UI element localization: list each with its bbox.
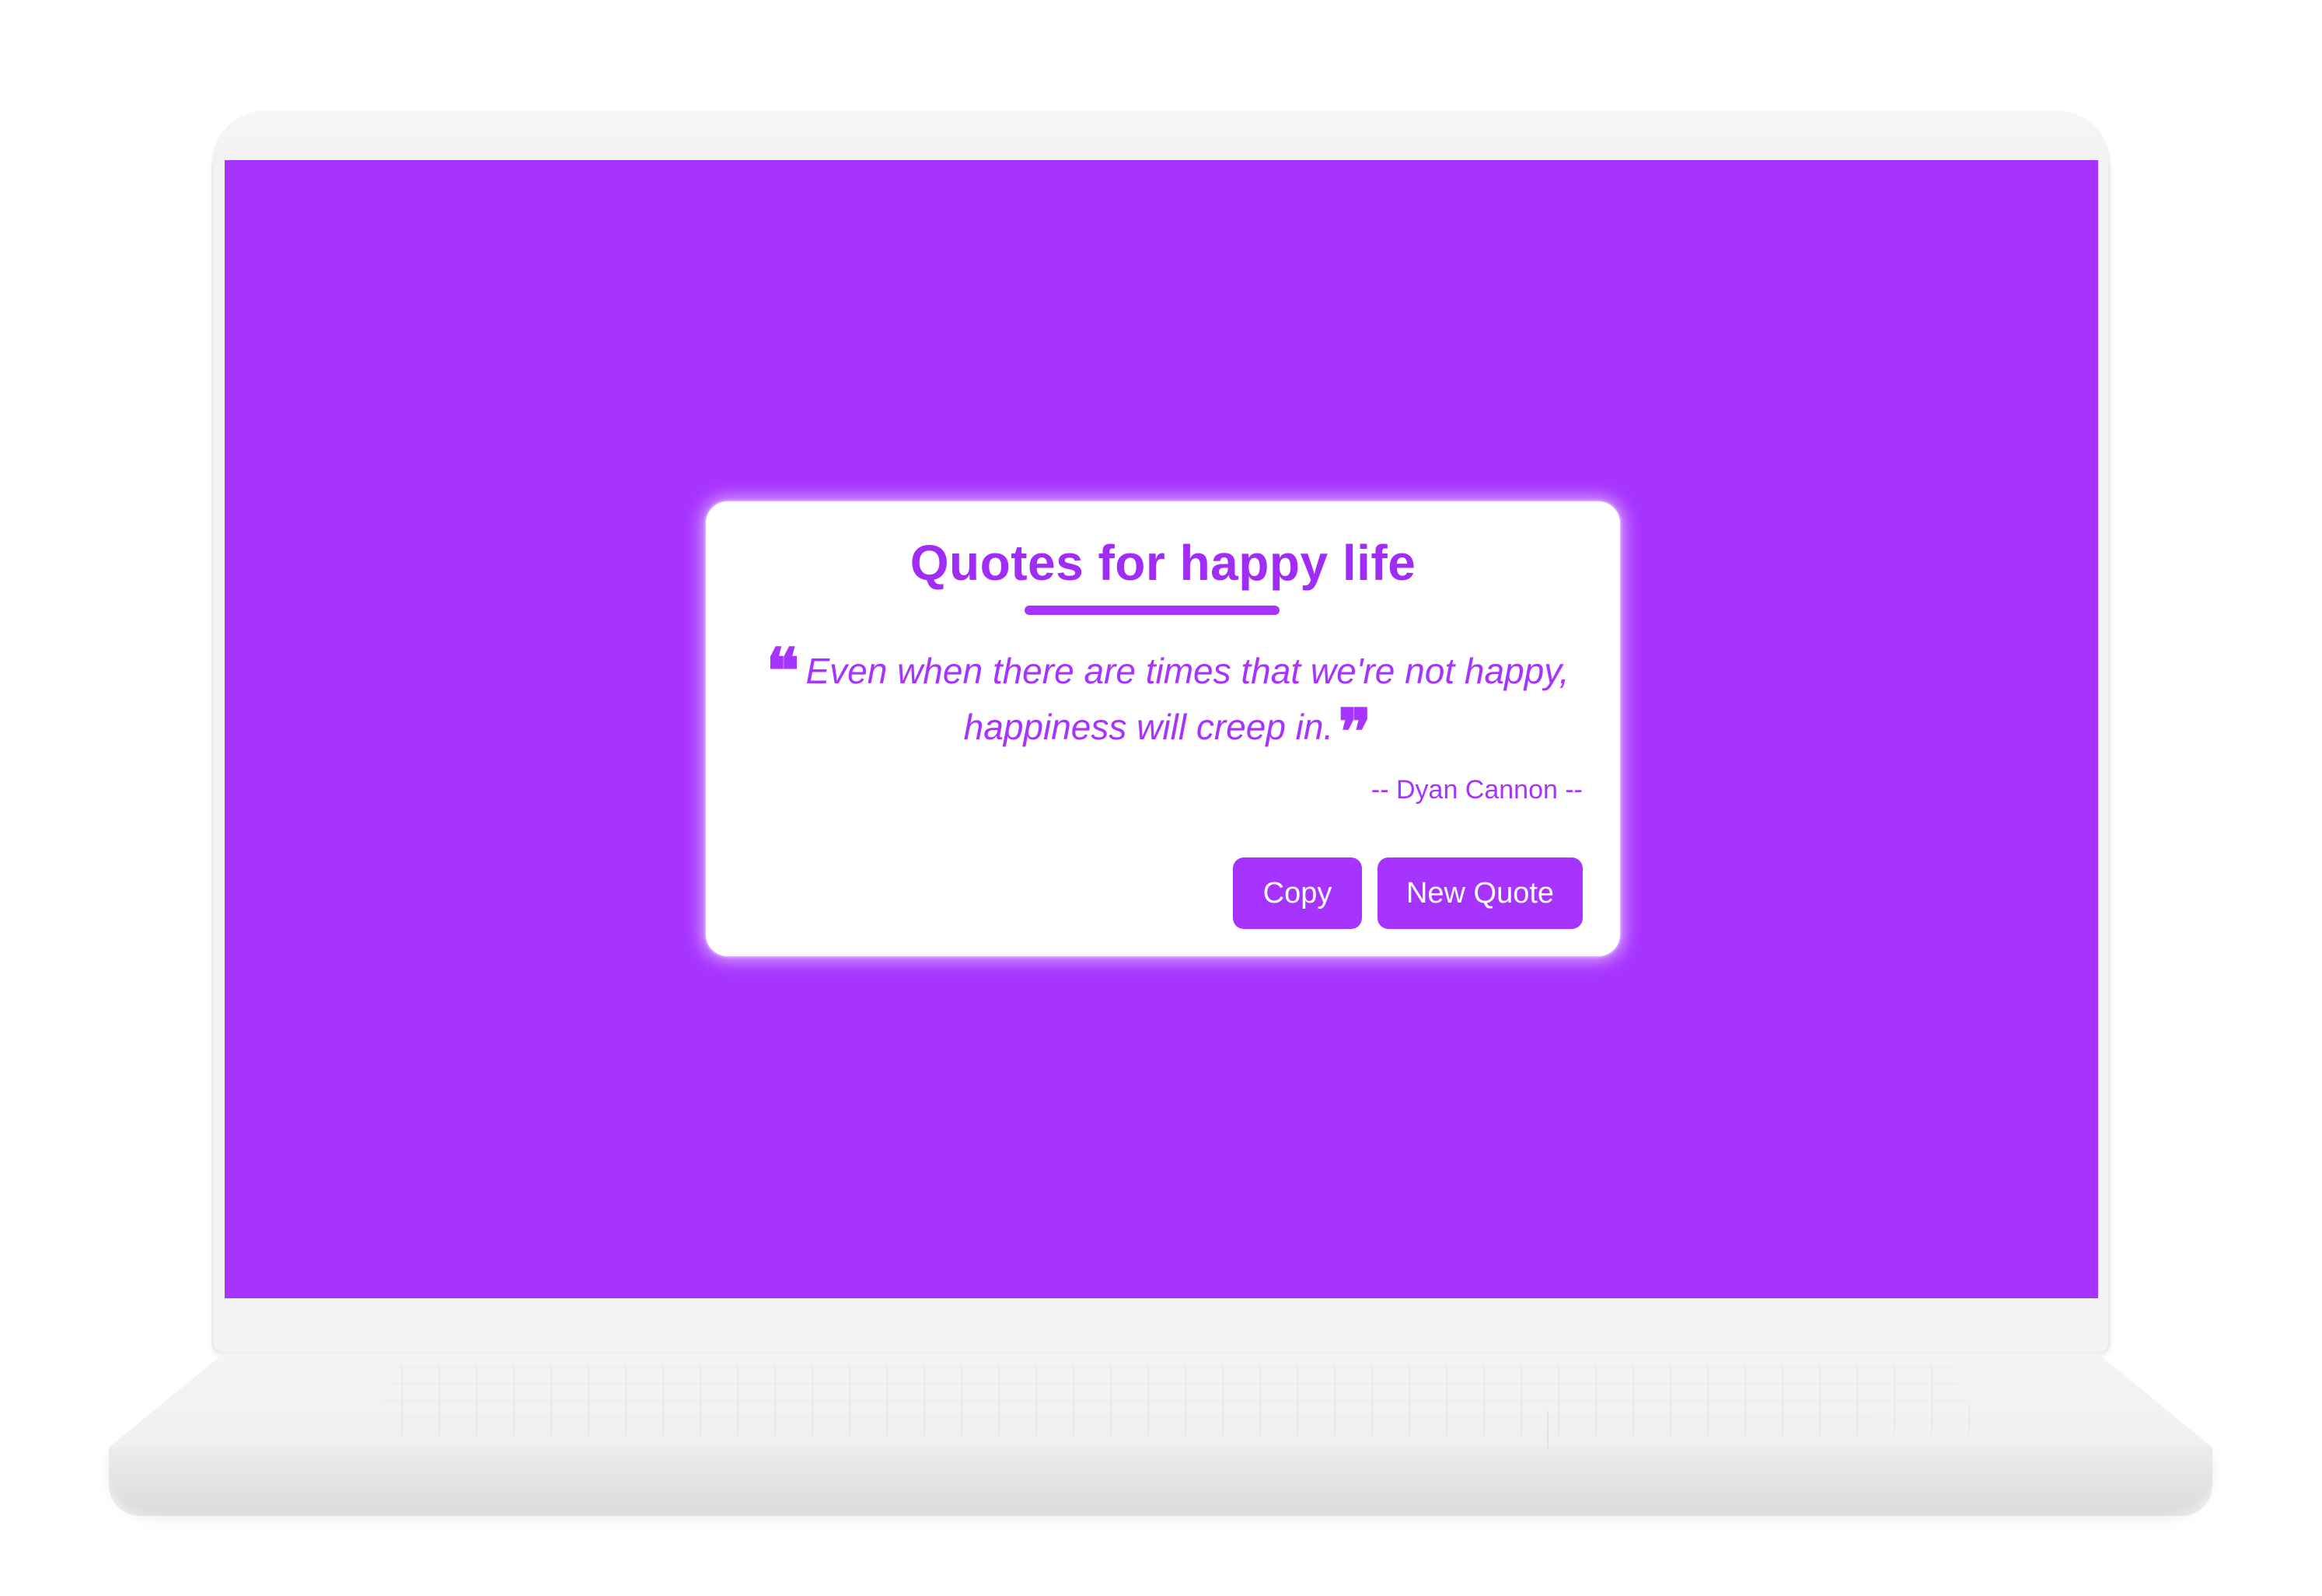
quote-close-icon: ❞	[1338, 695, 1372, 768]
quote-author: -- Dyan Cannon --	[1371, 775, 1583, 805]
mockup-stage: Quotes for happy life ❝ Even when there a…	[0, 0, 2322, 1596]
trackpad-edge	[1547, 1411, 1549, 1450]
quote-text: Even when there are times that we're not…	[805, 651, 1570, 747]
title-underline	[1025, 606, 1280, 615]
laptop-bezel-top	[211, 110, 2111, 165]
quote-card: Quotes for happy life ❝ Even when there a…	[706, 501, 1620, 956]
quote-block: ❝ Even when there are times that we're no…	[740, 634, 1595, 768]
laptop-base-edge	[109, 1448, 2212, 1510]
keyboard	[365, 1364, 1982, 1434]
new-quote-button[interactable]: New Quote	[1377, 857, 1583, 929]
card-title: Quotes for happy life	[910, 535, 1416, 591]
copy-button[interactable]: Copy	[1233, 857, 1362, 929]
quote-open-icon: ❝	[766, 634, 800, 707]
